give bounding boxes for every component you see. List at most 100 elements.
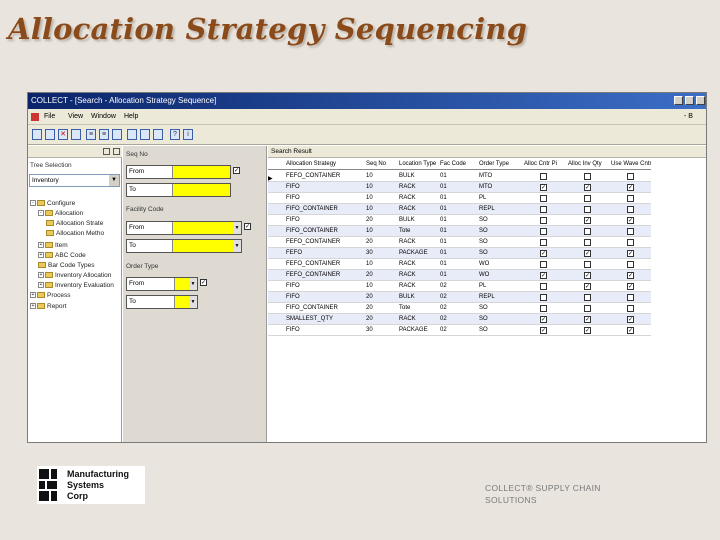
- row-checkbox[interactable]: ✓: [584, 327, 591, 334]
- row-checkbox[interactable]: [627, 228, 634, 235]
- print-icon[interactable]: [140, 129, 150, 140]
- chevron-down-icon[interactable]: ▼: [233, 222, 241, 234]
- row-checkbox[interactable]: [584, 294, 591, 301]
- row-checkbox[interactable]: [540, 206, 547, 213]
- chevron-down-icon[interactable]: ▼: [189, 296, 197, 308]
- row-checkbox[interactable]: ✓: [627, 184, 634, 191]
- table-row[interactable]: FEFO_CONTAINER 10 BULK 01 MTO: [268, 171, 651, 182]
- info-icon[interactable]: i: [183, 129, 193, 140]
- table-row[interactable]: FIFO 20 BULK 01 SO ✓ ✓: [268, 215, 651, 226]
- table-row[interactable]: FIFO_CONTAINER 20 Tote 02 SO: [268, 303, 651, 314]
- table-row[interactable]: FIFO 20 BULK 02 REPL: [268, 292, 651, 303]
- tree-item[interactable]: + Process: [30, 292, 70, 300]
- help-icon[interactable]: ?: [170, 129, 180, 140]
- order-type-checkbox[interactable]: ✓: [200, 279, 207, 286]
- row-checkbox[interactable]: [584, 305, 591, 312]
- row-checkbox[interactable]: ✓: [584, 283, 591, 290]
- chevron-down-icon[interactable]: ▼: [233, 240, 241, 252]
- tree-item[interactable]: + Item: [38, 242, 68, 250]
- row-checkbox[interactable]: ✓: [540, 184, 547, 191]
- row-checkbox[interactable]: [584, 261, 591, 268]
- tree-selection-combo[interactable]: Inventory ▼: [29, 174, 120, 187]
- menu-view[interactable]: View: [68, 109, 83, 125]
- row-checkbox[interactable]: ✓: [627, 327, 634, 334]
- row-checkbox[interactable]: ✓: [627, 217, 634, 224]
- row-checkbox[interactable]: [540, 228, 547, 235]
- row-checkbox[interactable]: ✓: [627, 316, 634, 323]
- row-checkbox[interactable]: [627, 173, 634, 180]
- export-icon[interactable]: [153, 129, 163, 140]
- save-icon[interactable]: [45, 129, 55, 140]
- row-checkbox[interactable]: ✓: [584, 250, 591, 257]
- close-panel-icon[interactable]: [113, 148, 120, 155]
- menu-help[interactable]: Help: [124, 109, 138, 125]
- close-button[interactable]: [696, 96, 705, 105]
- row-checkbox[interactable]: ✓: [540, 250, 547, 257]
- table-row[interactable]: FIFO_CONTAINER 10 Tote 01 SO: [268, 226, 651, 237]
- row-checkbox[interactable]: [627, 294, 634, 301]
- column-header[interactable]: Fac Code: [440, 159, 478, 170]
- row-checkbox[interactable]: [627, 195, 634, 202]
- facility-code-from-field[interactable]: From ▼: [126, 221, 242, 235]
- tree-item[interactable]: + ABC Code: [38, 252, 86, 260]
- table-row[interactable]: FEFO_CONTAINER 20 RACK 01 WO ✓ ✓ ✓: [268, 270, 651, 281]
- seq-no-to-field[interactable]: To: [126, 183, 231, 197]
- row-checkbox[interactable]: [584, 173, 591, 180]
- table-row[interactable]: FEFO_CONTAINER 10 RACK 01 WO: [268, 259, 651, 270]
- seq-no-checkbox[interactable]: ✓: [233, 167, 240, 174]
- tree-item[interactable]: Allocation Metho: [46, 230, 104, 238]
- column-header[interactable]: Allocation Strategy: [286, 159, 364, 170]
- row-checkbox[interactable]: [540, 294, 547, 301]
- column-header[interactable]: Use Wave Cntr: [611, 159, 651, 170]
- minimize-button[interactable]: [674, 96, 683, 105]
- expand-icon[interactable]: +: [30, 292, 36, 299]
- table-row[interactable]: FEFO 30 PACKAGE 01 SO ✓ ✓ ✓: [268, 248, 651, 259]
- chevron-down-icon[interactable]: ▼: [109, 175, 119, 186]
- row-checkbox[interactable]: ✓: [540, 327, 547, 334]
- row-checkbox[interactable]: ✓: [540, 272, 547, 279]
- tree-item[interactable]: + Inventory Evaluation: [38, 282, 114, 290]
- delete-icon[interactable]: ✕: [58, 129, 68, 140]
- column-header[interactable]: Alloc Inv Qty: [568, 159, 610, 170]
- row-checkbox[interactable]: [627, 305, 634, 312]
- row-checkbox[interactable]: [627, 206, 634, 213]
- row-checkbox[interactable]: [540, 195, 547, 202]
- table-row[interactable]: SMALLEST_QTY 20 RACK 02 SO ✓ ✓ ✓: [268, 314, 651, 325]
- table-row[interactable]: FIFO 10 RACK 02 PL ✓ ✓: [268, 281, 651, 292]
- list-icon[interactable]: ≡: [86, 129, 96, 140]
- column-header[interactable]: Location Type: [399, 159, 439, 170]
- row-checkbox[interactable]: [584, 228, 591, 235]
- tree-item[interactable]: + Report: [30, 303, 67, 311]
- pin-icon[interactable]: [103, 148, 110, 155]
- row-checkbox[interactable]: [540, 173, 547, 180]
- seq-no-from-field[interactable]: From: [126, 165, 231, 179]
- expand-icon[interactable]: +: [38, 282, 44, 289]
- expand-icon[interactable]: +: [38, 252, 44, 259]
- column-header[interactable]: Alloc Cntr Pi: [524, 159, 566, 170]
- columns-icon[interactable]: ≡: [99, 129, 109, 140]
- copy-icon[interactable]: [71, 129, 81, 140]
- table-row[interactable]: FIFO 30 PACKAGE 02 SO ✓ ✓ ✓: [268, 325, 651, 336]
- row-checkbox[interactable]: ✓: [584, 316, 591, 323]
- row-checkbox[interactable]: ✓: [627, 283, 634, 290]
- row-checkbox[interactable]: [540, 217, 547, 224]
- expand-icon[interactable]: +: [38, 272, 44, 279]
- tree-item[interactable]: - Allocation: [38, 210, 83, 218]
- row-checkbox[interactable]: ✓: [627, 272, 634, 279]
- facility-code-to-field[interactable]: To ▼: [126, 239, 242, 253]
- tree-item[interactable]: Allocation Strate: [46, 220, 103, 228]
- order-type-from-field[interactable]: From ▼: [126, 277, 198, 291]
- row-checkbox[interactable]: [540, 283, 547, 290]
- chevron-down-icon[interactable]: ▼: [189, 278, 197, 290]
- row-checkbox[interactable]: [540, 261, 547, 268]
- row-checkbox[interactable]: [627, 239, 634, 246]
- column-header[interactable]: Seq No: [366, 159, 396, 170]
- row-checkbox[interactable]: [540, 239, 547, 246]
- find-icon[interactable]: [127, 129, 137, 140]
- collapse-icon[interactable]: -: [38, 210, 44, 217]
- menu-file[interactable]: File: [44, 109, 55, 125]
- table-row[interactable]: FEFO_CONTAINER 20 RACK 01 SO: [268, 237, 651, 248]
- row-checkbox[interactable]: ✓: [584, 184, 591, 191]
- order-type-to-field[interactable]: To ▼: [126, 295, 198, 309]
- table-row[interactable]: FIFO 10 RACK 01 PL: [268, 193, 651, 204]
